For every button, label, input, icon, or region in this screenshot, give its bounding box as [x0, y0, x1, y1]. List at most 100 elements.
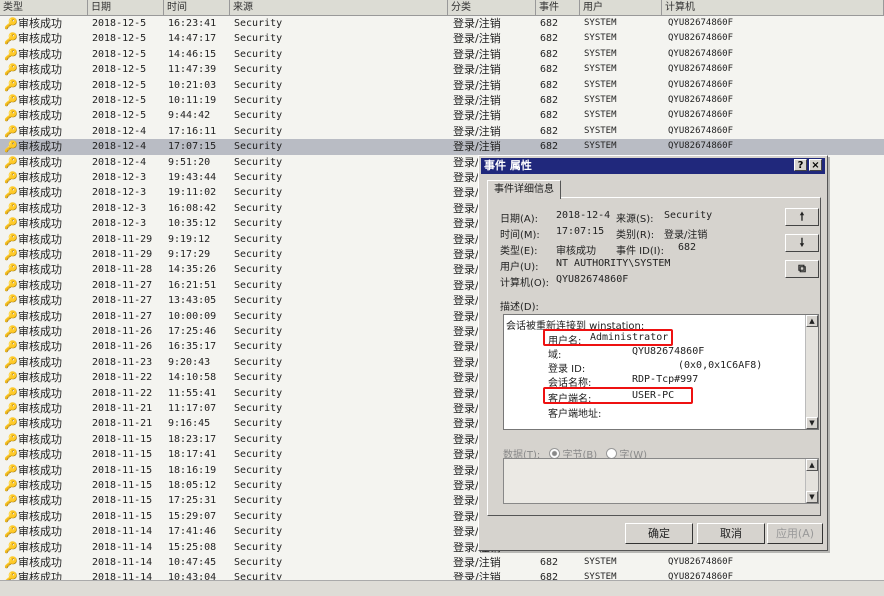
type-label: 类型(E): — [500, 246, 538, 257]
data-scrollbar[interactable]: ▲ ▼ — [805, 459, 818, 503]
col-computer-header[interactable]: 计算机 — [662, 0, 884, 15]
audit-success-key-icon: 🔑 — [4, 325, 18, 338]
copy-button[interactable]: ⧉ — [785, 260, 819, 278]
help-button[interactable]: ? — [794, 159, 807, 171]
scroll-down-icon[interactable]: ▼ — [806, 417, 818, 429]
event-type-label: 审核成功 — [18, 402, 62, 415]
data-scroll-down-icon[interactable]: ▼ — [806, 491, 818, 503]
event-date-cell: 2018-11-14 — [92, 557, 153, 568]
table-row[interactable]: 🔑审核成功 2018-12-5 9:44:42 Security 登录/注销 682 SYS… — [0, 108, 884, 123]
table-row[interactable]: 🔑审核成功 2018-12-5 11:47:39 Security 登录/注销 682 SY… — [0, 62, 884, 77]
audit-success-key-icon: 🔑 — [4, 78, 18, 92]
event-time-cell: 18:05:12 — [168, 480, 217, 491]
col-user-header[interactable]: 用户 — [580, 0, 662, 15]
computer-label: 计算机(O): — [500, 278, 550, 289]
audit-success-key-icon: 🔑 — [4, 47, 18, 61]
table-row[interactable]: 🔑审核成功 2018-12-5 14:46:15 Security 登录/注销 682 SY… — [0, 47, 884, 62]
event-user-cell: SYSTEM — [584, 18, 617, 28]
event-type-label: 审核成功 — [18, 278, 62, 292]
table-row[interactable]: 🔑审核成功 2018-12-5 16:23:41 Security 登录/注销 682 SY… — [0, 16, 884, 31]
time-value: 17:07:15 — [556, 226, 605, 237]
col-source-header[interactable]: 来源 — [230, 0, 448, 15]
audit-success-key-icon: 🔑 — [4, 109, 18, 123]
event-type-cell: 🔑审核成功 — [4, 463, 88, 478]
dialog-titlebar[interactable]: 事件 属性 ? × — [481, 158, 825, 174]
event-user-cell: SYSTEM — [584, 110, 617, 121]
event-source-cell: Security — [234, 387, 283, 399]
tab-event-details[interactable]: 事件详细信息 — [487, 180, 561, 199]
event-type-cell: 🔑审核成功 — [4, 324, 88, 339]
event-time-cell: 17:41:46 — [168, 526, 217, 538]
source-value: Security — [664, 210, 713, 221]
event-type-cell: 🔑审核成功 — [4, 170, 88, 185]
event-id-cell: 682 — [540, 79, 559, 91]
col-category-header[interactable]: 分类 — [448, 0, 536, 15]
event-category-cell: 登录/注销 — [453, 109, 501, 123]
event-type-cell: 🔑审核成功 — [4, 31, 88, 46]
close-button[interactable]: × — [809, 159, 822, 171]
event-time-cell: 17:25:31 — [168, 495, 217, 507]
audit-success-key-icon: 🔑 — [4, 355, 18, 369]
date-label: 日期(A): — [500, 214, 539, 225]
event-type-cell: 🔑审核成功 — [4, 355, 88, 370]
data-textbox[interactable]: ▲ ▼ — [503, 458, 819, 504]
event-source-cell: Security — [234, 433, 283, 445]
event-source-cell: Security — [234, 279, 283, 291]
col-event-header[interactable]: 事件 — [536, 0, 580, 15]
col-date-header[interactable]: 日期 — [88, 0, 164, 15]
description-textbox[interactable]: 会话被重新连接到 winstation: 用户名: Administrator … — [503, 314, 819, 430]
event-source-cell: Security — [234, 141, 283, 153]
event-source-cell: Security — [234, 233, 283, 245]
event-type-label: 审核成功 — [18, 417, 62, 431]
event-type-label: 审核成功 — [18, 186, 62, 200]
description-scrollbar[interactable]: ▲ ▼ — [805, 315, 818, 429]
event-type-cell: 🔑审核成功 — [4, 78, 88, 93]
next-event-button[interactable]: 🠗 — [785, 234, 819, 252]
event-source-cell: Security — [234, 403, 283, 414]
cancel-button[interactable]: 取消 — [697, 523, 765, 544]
event-date-cell: 2018-12-3 — [92, 218, 147, 230]
audit-success-key-icon: 🔑 — [4, 186, 18, 200]
previous-event-button[interactable]: 🠕 — [785, 208, 819, 226]
event-computer-cell: QYU82674860F — [668, 95, 734, 105]
table-row[interactable]: 🔑审核成功 2018-12-4 17:16:11 Security 登录/注销 682 SY… — [0, 124, 884, 139]
event-computer-cell: QYU82674860F — [668, 48, 734, 59]
event-type-label: 审核成功 — [18, 217, 62, 231]
audit-success-key-icon: 🔑 — [4, 340, 18, 354]
event-source-cell: Security — [234, 341, 283, 353]
computer-value: QYU82674860F — [556, 274, 629, 285]
table-row[interactable]: 🔑审核成功 2018-12-5 14:47:17 Security 登录/注销 682 SY… — [0, 31, 884, 46]
event-type-cell: 🔑审核成功 — [4, 216, 88, 231]
event-category-cell: 登录/注销 — [453, 140, 501, 154]
event-type-label: 审核成功 — [18, 109, 62, 123]
event-date-cell: 2018-11-15 — [92, 510, 153, 522]
event-date-cell: 2018-11-29 — [92, 249, 153, 260]
event-time-cell: 9:16:45 — [168, 418, 211, 430]
event-id-label: 事件 ID(I): — [616, 246, 664, 257]
scroll-up-icon[interactable]: ▲ — [806, 315, 818, 327]
audit-success-key-icon: 🔑 — [4, 556, 18, 569]
audit-success-key-icon: 🔑 — [4, 32, 18, 46]
event-type-label: 审核成功 — [18, 232, 62, 246]
event-time-cell: 16:35:17 — [168, 341, 217, 353]
event-date-cell: 2018-11-14 — [92, 541, 153, 553]
ok-button[interactable]: 确定 — [625, 523, 693, 544]
event-time-cell: 10:00:09 — [168, 310, 217, 322]
col-time-header[interactable]: 时间 — [164, 0, 230, 15]
event-type-cell: 🔑审核成功 — [4, 478, 88, 493]
col-type-header[interactable]: 类型 — [0, 0, 88, 15]
arrow-up-icon: 🠕 — [799, 210, 805, 223]
data-scroll-up-icon[interactable]: ▲ — [806, 459, 818, 471]
event-type-label: 审核成功 — [18, 325, 62, 338]
table-row[interactable]: 🔑审核成功 2018-12-4 17:07:15 Security 登录/注销 682 SY… — [0, 139, 884, 155]
event-category-cell: 登录/注销 — [453, 556, 501, 569]
list-horizontal-scrollbar[interactable] — [0, 580, 884, 596]
event-date-cell: 2018-11-27 — [92, 310, 153, 322]
table-row[interactable]: 🔑审核成功 2018-11-14 10:47:45 Security 登录/注销 682 S… — [0, 555, 884, 570]
table-row[interactable]: 🔑审核成功 2018-12-5 10:21:03 Security 登录/注销 682 SY… — [0, 78, 884, 93]
apply-button[interactable]: 应用(A) — [767, 523, 823, 544]
event-source-cell: Security — [234, 187, 283, 199]
date-value: 2018-12-4 — [556, 210, 611, 221]
table-row[interactable]: 🔑审核成功 2018-12-5 10:11:19 Security 登录/注销 682 SY… — [0, 93, 884, 108]
event-source-cell: Security — [234, 480, 283, 491]
